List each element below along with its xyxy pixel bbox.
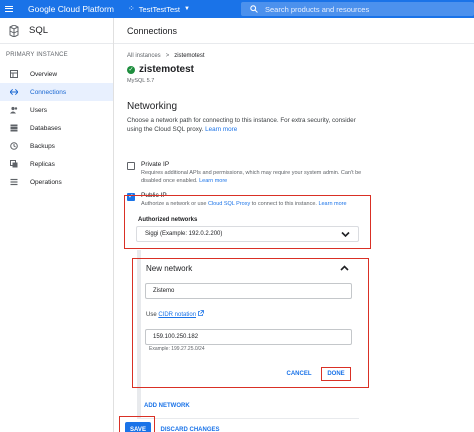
product-brand[interactable]: Google Cloud Platform <box>28 4 114 14</box>
private-ip-learn-more-link[interactable]: Learn more <box>199 178 227 184</box>
sidebar-item-label: Replicas <box>30 160 55 168</box>
sidebar-item-connections[interactable]: Connections <box>0 83 113 101</box>
use-cidr-hint: Use CIDR notation <box>146 310 204 318</box>
sidebar-item-label: Connections <box>30 88 67 96</box>
private-ip-desc-text: Requires additional APIs and permissions… <box>141 170 362 184</box>
users-icon <box>10 106 18 114</box>
project-name: TestTestTest <box>138 4 180 14</box>
chevron-up-icon[interactable] <box>340 264 349 272</box>
external-link-icon <box>197 310 204 316</box>
top-bar: Google Cloud Platform ⁘ TestTestTest ▼ S… <box>0 0 474 18</box>
instance-version: MySQL 5.7 <box>127 78 155 84</box>
network-ip-input[interactable]: 159.100.250.182 <box>145 329 352 345</box>
search-placeholder: Search products and resources <box>265 4 370 14</box>
network-ip-value: 159.100.250.182 <box>153 334 199 340</box>
authorized-network-value: Siggi (Example: 192.0.2.200) <box>145 231 223 237</box>
sidebar-item-label: Users <box>30 106 47 114</box>
sidebar-section-label: PRIMARY INSTANCE <box>6 52 68 58</box>
authorized-network-item[interactable]: Siggi (Example: 192.0.2.200) <box>136 226 359 242</box>
status-ok-icon: ✓ <box>127 65 135 74</box>
sidebar-item-overview[interactable]: Overview <box>0 65 113 83</box>
networking-title: Networking <box>127 101 178 112</box>
breadcrumb-all-instances[interactable]: All instances <box>127 53 161 59</box>
sql-icon <box>9 24 19 37</box>
breadcrumb: All instances > zistemotest <box>127 53 205 59</box>
menu-button[interactable] <box>0 0 18 18</box>
operations-icon <box>10 178 18 186</box>
done-button[interactable]: DONE <box>321 367 351 381</box>
page-title: Connections <box>114 18 474 44</box>
chevron-down-icon <box>341 231 350 238</box>
discard-changes-button[interactable]: DISCARD CHANGES <box>161 422 220 432</box>
new-network-title: New network <box>146 264 193 273</box>
hamburger-icon <box>5 6 13 12</box>
cidr-notation-link[interactable]: CIDR notation <box>158 312 196 318</box>
backups-icon <box>10 142 18 150</box>
sidebar-item-label: Operations <box>30 178 62 186</box>
search-icon <box>250 5 258 13</box>
cancel-button[interactable]: CANCEL <box>286 368 312 380</box>
sidebar-header: SQL <box>0 18 113 44</box>
sidebar-item-replicas[interactable]: Replicas <box>0 155 113 173</box>
search-bar[interactable]: Search products and resources <box>241 2 474 16</box>
sidebar-item-databases[interactable]: Databases <box>0 119 113 137</box>
network-name-value: Zistemo <box>153 288 175 294</box>
sidebar-item-backups[interactable]: Backups <box>0 137 113 155</box>
private-ip-label: Private IP <box>141 161 170 168</box>
connections-icon <box>10 88 18 96</box>
sidebar-item-users[interactable]: Users <box>0 101 113 119</box>
private-ip-description: Requires additional APIs and permissions… <box>141 170 373 185</box>
learn-more-link[interactable]: Learn more <box>205 126 237 133</box>
databases-icon <box>10 124 18 132</box>
sidebar-item-label: Overview <box>30 70 58 78</box>
main-content: Connections All instances > zistemotest … <box>114 18 474 432</box>
sidebar: SQL PRIMARY INSTANCE Overview Connection… <box>0 18 114 432</box>
breadcrumb-separator: > <box>165 53 170 59</box>
sidebar-item-label: Backups <box>30 142 55 150</box>
instance-heading: ✓ zistemotest <box>127 64 194 75</box>
chevron-down-icon: ▼ <box>183 6 190 12</box>
divider <box>137 418 359 419</box>
private-ip-option: Private IP Requires additional APIs and … <box>127 161 373 185</box>
sidebar-item-operations[interactable]: Operations <box>0 173 113 191</box>
save-button[interactable]: SAVE <box>125 422 151 432</box>
private-ip-checkbox[interactable] <box>127 162 135 170</box>
authorized-networks-label: Authorized networks <box>138 217 198 223</box>
network-name-input[interactable]: Zistemo <box>145 283 352 299</box>
instance-name: zistemotest <box>139 64 195 75</box>
network-ip-example: Example: 199.27.25.0/24 <box>149 346 205 352</box>
breadcrumb-current: zistemotest <box>174 53 205 59</box>
networking-description-text: Choose a network path for connecting to … <box>127 117 356 133</box>
project-selector[interactable]: ⁘ TestTestTest ▼ <box>128 5 190 14</box>
replicas-icon <box>10 160 18 168</box>
networking-description: Choose a network path for connecting to … <box>127 116 367 134</box>
sidebar-item-label: Databases <box>30 124 62 132</box>
project-dots-icon: ⁘ <box>128 4 135 13</box>
overview-icon <box>10 70 18 78</box>
use-prefix: Use <box>146 312 157 318</box>
sidebar-title: SQL <box>29 25 49 36</box>
add-network-button[interactable]: ADD NETWORK <box>144 400 192 412</box>
